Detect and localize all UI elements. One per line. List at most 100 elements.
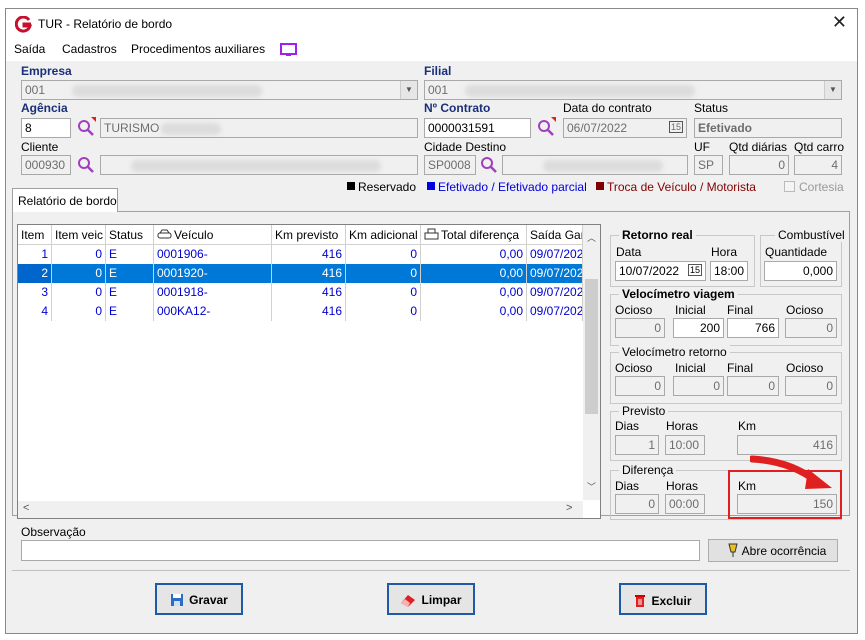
search-icon[interactable] <box>480 156 498 174</box>
retorno-data-input[interactable]: 10/07/2022 15 <box>615 261 706 281</box>
agencia-code-input[interactable]: 8 <box>21 118 71 138</box>
table-row[interactable]: 30E0001918-41600,0009/07/2022 <box>18 283 583 302</box>
col-saida-gar[interactable]: Saída Gar <box>527 225 583 245</box>
car-icon <box>157 229 172 239</box>
cell-item-veic: 0 <box>52 283 106 302</box>
table-row[interactable]: 10E0001906-41600,0009/07/2022 <box>18 245 583 264</box>
abre-ocorrencia-button[interactable]: Abre ocorrência <box>708 539 838 562</box>
empresa-label: Empresa <box>21 64 72 78</box>
col-item[interactable]: Item <box>18 225 52 245</box>
previsto-km-label: Km <box>738 419 756 433</box>
monitor-icon[interactable] <box>280 43 297 57</box>
chevron-down-icon[interactable]: ▼ <box>824 81 841 99</box>
qtd-diarias-label: Qtd diárias <box>729 140 788 154</box>
close-icon[interactable]: ✕ <box>832 12 847 33</box>
cidade-code-input[interactable]: SP0008 <box>424 155 476 175</box>
cell-item-veic: 0 <box>52 302 106 321</box>
col-item-veic[interactable]: Item veic <box>52 225 106 245</box>
table-row[interactable]: 20E0001920-41600,0009/07/2022 <box>18 264 583 283</box>
observacao-input[interactable] <box>21 540 700 561</box>
data-grid[interactable]: Item Item veic Status Veículo Km previst… <box>17 224 601 519</box>
retorno-hora-input[interactable]: 18:00 <box>710 261 748 281</box>
previsto-horas-label: Horas <box>666 419 699 433</box>
cell-km-adic: 0 <box>346 302 421 321</box>
cell-km-prev: 416 <box>272 283 346 302</box>
chevron-right-icon[interactable]: > <box>566 502 572 514</box>
combustivel-qtd-input[interactable]: 0,000 <box>764 261 837 281</box>
contrato-input[interactable]: 0000031591 <box>424 118 531 138</box>
cortesia-checkbox[interactable]: Cortesia <box>784 180 844 194</box>
data-contrato-label: Data do contrato <box>563 101 652 115</box>
excluir-button[interactable]: Excluir <box>619 583 707 615</box>
vel-viagem-ocioso2-label: Ocioso <box>786 303 824 317</box>
tab-relatorio[interactable]: Relatório de bordo <box>12 188 118 212</box>
cidade-label: Cidade Destino <box>424 140 507 154</box>
gravar-button[interactable]: Gravar <box>155 583 243 615</box>
filial-combo[interactable]: 001 ▼ <box>424 80 842 100</box>
cidade-name-input <box>502 155 688 175</box>
cell-status: E <box>106 264 154 283</box>
trash-icon <box>635 595 646 607</box>
cell-km-prev: 416 <box>272 302 346 321</box>
vertical-scrollbar[interactable]: ︿ ﹀ <box>583 225 600 500</box>
divider <box>12 570 850 571</box>
scroll-thumb[interactable] <box>585 279 598 414</box>
search-icon[interactable] <box>537 119 555 137</box>
cliente-name-input <box>100 155 418 175</box>
cell-saida: 09/07/2022 <box>527 302 583 321</box>
cell-km-prev: 416 <box>272 245 346 264</box>
previsto-km-input: 416 <box>737 435 837 455</box>
chevron-up-icon[interactable]: ︿ <box>587 231 596 244</box>
uf-label: UF <box>694 140 710 154</box>
cell-status: E <box>106 302 154 321</box>
agencia-name-input: TURISMO <box>100 118 418 138</box>
col-veiculo[interactable]: Veículo <box>154 225 272 245</box>
cell-total: 0,00 <box>421 245 527 264</box>
chevron-down-icon[interactable]: ▼ <box>400 81 417 99</box>
vel-retorno-inicial-input: 0 <box>673 376 724 396</box>
cell-item: 2 <box>18 264 52 283</box>
diferenca-horas-input: 00:00 <box>665 494 705 514</box>
cell-item-veic: 0 <box>52 245 106 264</box>
limpar-button[interactable]: Limpar <box>387 583 475 615</box>
cell-km-adic: 0 <box>346 283 421 302</box>
previsto-dias-label: Dias <box>615 419 640 433</box>
col-status[interactable]: Status <box>106 225 154 245</box>
printer-icon <box>424 228 439 240</box>
empresa-combo[interactable]: 001 ▼ <box>21 80 418 100</box>
cell-saida: 09/07/2022 <box>527 283 583 302</box>
filial-label: Filial <box>424 64 452 78</box>
menu-cadastros[interactable]: Cadastros <box>62 42 117 56</box>
chevron-left-icon[interactable]: < <box>23 502 29 514</box>
data-contrato-input: 06/07/2022 15 <box>563 118 687 138</box>
title-bar: TUR - Relatório de bordo ✕ <box>6 9 857 39</box>
legend-troca: Troca de Veículo / Motorista <box>596 180 756 194</box>
col-km-previsto[interactable]: Km previsto <box>272 225 346 245</box>
combustivel-title: Combustível <box>775 228 848 242</box>
horizontal-scrollbar[interactable]: < > <box>18 501 583 518</box>
diferenca-horas-label: Horas <box>666 479 699 493</box>
calendar-icon[interactable]: 15 <box>668 121 683 133</box>
save-icon <box>171 594 184 606</box>
menu-procedimentos[interactable]: Procedimentos auxiliares <box>131 42 265 56</box>
calendar-icon[interactable]: 15 <box>687 264 702 276</box>
vel-viagem-title: Velocímetro viagem <box>619 287 738 301</box>
vel-viagem-inicial-input[interactable]: 200 <box>673 318 724 338</box>
diferenca-title: Diferença <box>619 463 677 477</box>
vel-viagem-ocioso1-input: 0 <box>615 318 665 338</box>
menu-saida[interactable]: Saída <box>14 42 45 56</box>
table-row[interactable]: 40E000KA12-41600,0009/07/2022 <box>18 302 583 321</box>
cell-item: 4 <box>18 302 52 321</box>
col-total-diferenca[interactable]: Total diferença <box>421 225 527 245</box>
search-icon[interactable] <box>77 119 95 137</box>
vel-viagem-final-label: Final <box>727 303 754 317</box>
uf-input: SP <box>694 155 723 175</box>
chevron-down-icon[interactable]: ﹀ <box>587 480 596 493</box>
cliente-code-input[interactable]: 000930 <box>21 155 71 175</box>
previsto-horas-input: 10:00 <box>665 435 705 455</box>
vel-viagem-final-input[interactable]: 766 <box>727 318 779 338</box>
window-title: TUR - Relatório de bordo <box>38 17 173 31</box>
cell-total: 0,00 <box>421 283 527 302</box>
col-km-adicional[interactable]: Km adicional <box>346 225 421 245</box>
search-icon[interactable] <box>77 156 95 174</box>
